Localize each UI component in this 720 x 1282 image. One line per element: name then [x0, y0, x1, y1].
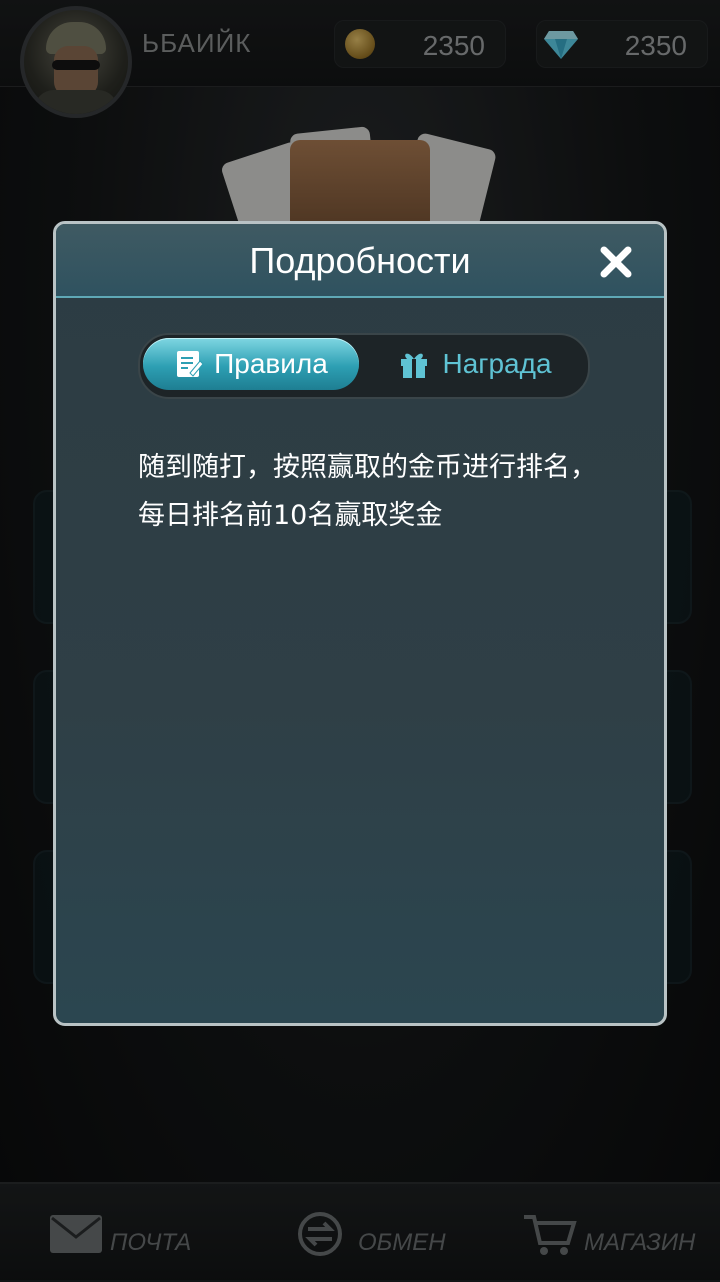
close-icon[interactable]	[596, 242, 636, 282]
dialog-title: Подробности	[249, 240, 471, 281]
rules-doc-icon	[177, 351, 204, 377]
tab-rules[interactable]: Правила	[143, 338, 359, 390]
tab-reward-label: Награда	[442, 348, 552, 379]
tab-rules-label: Правила	[214, 348, 328, 379]
rules-description: 随到随打，按照赢取的金币进行排名，每日排名前10名赢取奖金	[138, 452, 597, 531]
details-dialog: Подробности Правила Награда 随到随打，按照赢取的金币…	[53, 221, 667, 1026]
tab-reward[interactable]: Награда	[370, 338, 580, 390]
dialog-tabs: Правила Награда	[138, 333, 590, 399]
gift-icon	[401, 353, 428, 378]
dialog-header: Подробности	[56, 224, 664, 298]
